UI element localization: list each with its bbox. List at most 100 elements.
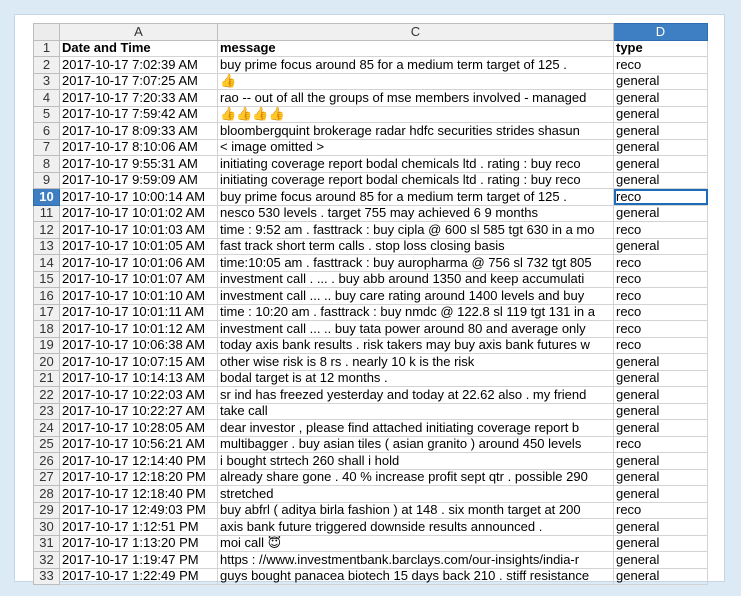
cell-type[interactable]: reco xyxy=(613,188,708,206)
row-header[interactable]: 17 xyxy=(33,303,60,321)
cell-type[interactable]: general xyxy=(613,402,708,420)
cell-type[interactable]: reco xyxy=(613,320,708,338)
cell-type[interactable]: reco xyxy=(613,501,708,519)
cell-message[interactable]: already share gone . 40 % increase profi… xyxy=(217,468,614,486)
cell-type[interactable]: reco xyxy=(613,221,708,239)
cell-message[interactable]: 👍👍👍👍 xyxy=(217,105,614,123)
row-header[interactable]: 6 xyxy=(33,122,60,140)
cell-message[interactable]: investment call ... .. buy care rating a… xyxy=(217,287,614,305)
cell-type[interactable]: general xyxy=(613,534,708,552)
cell-date[interactable]: 2017-10-17 12:49:03 PM xyxy=(59,501,218,519)
cell-date[interactable]: 2017-10-17 10:14:13 AM xyxy=(59,369,218,387)
cell-message[interactable]: investment call . ... . buy abb around 1… xyxy=(217,270,614,288)
cell-date[interactable]: 2017-10-17 7:02:39 AM xyxy=(59,56,218,74)
cell-message[interactable]: sr ind has freezed yesterday and today a… xyxy=(217,386,614,404)
cell-type[interactable]: general xyxy=(613,452,708,470)
row-header[interactable]: 2 xyxy=(33,56,60,74)
cell-date[interactable]: 2017-10-17 10:06:38 AM xyxy=(59,336,218,354)
cell-message[interactable]: guys bought panacea biotech 15 days back… xyxy=(217,567,614,585)
cell-date[interactable]: 2017-10-17 10:07:15 AM xyxy=(59,353,218,371)
cell-date[interactable]: 2017-10-17 1:13:20 PM xyxy=(59,534,218,552)
cell-message[interactable]: initiating coverage report bodal chemica… xyxy=(217,171,614,189)
cell-date[interactable]: 2017-10-17 10:01:03 AM xyxy=(59,221,218,239)
column-header-d[interactable]: D xyxy=(613,23,708,41)
cell-date[interactable]: 2017-10-17 12:14:40 PM xyxy=(59,452,218,470)
cell-date[interactable]: 2017-10-17 12:18:20 PM xyxy=(59,468,218,486)
cell-message[interactable]: rao -- out of all the groups of mse memb… xyxy=(217,89,614,107)
cell-type[interactable]: general xyxy=(613,353,708,371)
cell-message[interactable]: buy prime focus around 85 for a medium t… xyxy=(217,56,614,74)
row-header[interactable]: 8 xyxy=(33,155,60,173)
cell-message[interactable]: nesco 530 levels . target 755 may achiev… xyxy=(217,204,614,222)
cell-type[interactable]: general xyxy=(613,468,708,486)
cell-message[interactable]: moi call 😇 xyxy=(217,534,614,552)
cell-date[interactable]: 2017-10-17 8:09:33 AM xyxy=(59,122,218,140)
cell-date[interactable]: 2017-10-17 10:01:07 AM xyxy=(59,270,218,288)
cell-message[interactable]: time : 10:20 am . fasttrack : buy nmdc @… xyxy=(217,303,614,321)
cell-date[interactable]: 2017-10-17 10:01:11 AM xyxy=(59,303,218,321)
cell-message[interactable]: time : 9:52 am . fasttrack : buy cipla @… xyxy=(217,221,614,239)
header-cell-date[interactable]: Date and Time xyxy=(59,39,218,57)
cell-message[interactable]: https : //www.investmentbank.barclays.co… xyxy=(217,551,614,569)
row-header[interactable]: 16 xyxy=(33,287,60,305)
cell-type[interactable]: reco xyxy=(613,336,708,354)
cell-type[interactable]: general xyxy=(613,518,708,536)
cell-date[interactable]: 2017-10-17 7:20:33 AM xyxy=(59,89,218,107)
cell-type[interactable]: general xyxy=(613,237,708,255)
cell-type[interactable]: reco xyxy=(613,303,708,321)
cell-date[interactable]: 2017-10-17 12:18:40 PM xyxy=(59,485,218,503)
cell-date[interactable]: 2017-10-17 10:22:27 AM xyxy=(59,402,218,420)
cell-date[interactable]: 2017-10-17 10:01:12 AM xyxy=(59,320,218,338)
cell-type[interactable]: general xyxy=(613,485,708,503)
cell-date[interactable]: 2017-10-17 1:22:49 PM xyxy=(59,567,218,585)
row-header[interactable]: 25 xyxy=(33,435,60,453)
row-header[interactable]: 24 xyxy=(33,419,60,437)
row-header[interactable]: 11 xyxy=(33,204,60,222)
header-cell-type[interactable]: type xyxy=(613,39,708,57)
cell-type[interactable]: reco xyxy=(613,287,708,305)
row-header[interactable]: 15 xyxy=(33,270,60,288)
row-header[interactable]: 29 xyxy=(33,501,60,519)
cell-date[interactable]: 2017-10-17 10:01:02 AM xyxy=(59,204,218,222)
cell-message[interactable]: multibagger . buy asian tiles ( asian gr… xyxy=(217,435,614,453)
row-header[interactable]: 9 xyxy=(33,171,60,189)
row-header[interactable]: 27 xyxy=(33,468,60,486)
row-header[interactable]: 4 xyxy=(33,89,60,107)
cell-date[interactable]: 2017-10-17 10:00:14 AM xyxy=(59,188,218,206)
row-header[interactable]: 1 xyxy=(33,39,60,57)
row-header[interactable]: 13 xyxy=(33,237,60,255)
row-header[interactable]: 32 xyxy=(33,551,60,569)
cell-date[interactable]: 2017-10-17 1:12:51 PM xyxy=(59,518,218,536)
cell-type[interactable]: general xyxy=(613,89,708,107)
cell-type[interactable]: reco xyxy=(613,56,708,74)
cell-type[interactable]: general xyxy=(613,155,708,173)
column-header-c[interactable]: C xyxy=(217,23,614,41)
cell-message[interactable]: 👍 xyxy=(217,72,614,90)
row-header[interactable]: 7 xyxy=(33,138,60,156)
row-header[interactable]: 5 xyxy=(33,105,60,123)
cell-type[interactable]: reco xyxy=(613,270,708,288)
row-header[interactable]: 20 xyxy=(33,353,60,371)
cell-message[interactable]: initiating coverage report bodal chemica… xyxy=(217,155,614,173)
cell-message[interactable]: buy prime focus around 85 for a medium t… xyxy=(217,188,614,206)
cell-type[interactable]: general xyxy=(613,138,708,156)
row-header[interactable]: 12 xyxy=(33,221,60,239)
header-cell-message[interactable]: message xyxy=(217,39,614,57)
cell-message[interactable]: take call xyxy=(217,402,614,420)
cell-message[interactable]: < image omitted > xyxy=(217,138,614,156)
cell-date[interactable]: 2017-10-17 10:01:06 AM xyxy=(59,254,218,272)
row-header[interactable]: 31 xyxy=(33,534,60,552)
cell-type[interactable]: general xyxy=(613,369,708,387)
cell-date[interactable]: 2017-10-17 10:56:21 AM xyxy=(59,435,218,453)
column-header-a[interactable]: A xyxy=(59,23,218,41)
cell-date[interactable]: 2017-10-17 9:59:09 AM xyxy=(59,171,218,189)
cell-date[interactable]: 2017-10-17 10:28:05 AM xyxy=(59,419,218,437)
cell-date[interactable]: 2017-10-17 10:01:05 AM xyxy=(59,237,218,255)
cell-type[interactable]: general xyxy=(613,204,708,222)
cell-message[interactable]: stretched xyxy=(217,485,614,503)
cell-type[interactable]: reco xyxy=(613,254,708,272)
cell-type[interactable]: general xyxy=(613,567,708,585)
row-header[interactable]: 3 xyxy=(33,72,60,90)
cell-date[interactable]: 2017-10-17 1:19:47 PM xyxy=(59,551,218,569)
row-header[interactable]: 19 xyxy=(33,336,60,354)
